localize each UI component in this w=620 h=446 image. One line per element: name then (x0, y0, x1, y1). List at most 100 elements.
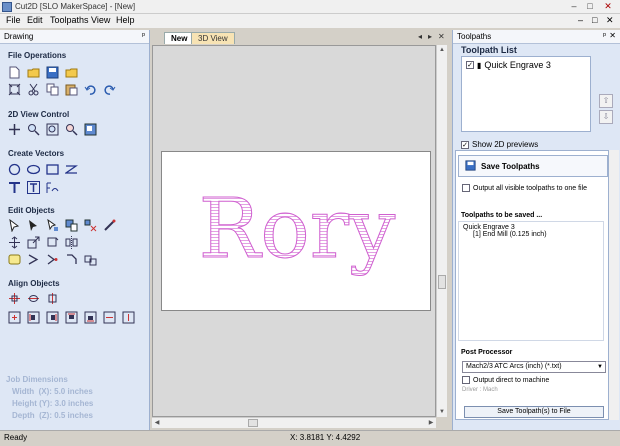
ellipse-icon[interactable] (27, 163, 40, 176)
canvas-horizontal-scrollbar[interactable]: ◀ ▶ (152, 417, 436, 428)
select-icon[interactable] (8, 219, 21, 232)
list-item[interactable]: ✓ ▮ Quick Engrave 3 (466, 60, 551, 70)
mdi-maximize-button[interactable]: □ (592, 15, 597, 25)
toolpath-name: Quick Engrave 3 (484, 60, 551, 70)
mdi-minimize-button[interactable]: – (578, 15, 583, 25)
maximize-button[interactable]: □ (584, 1, 596, 12)
menu-file[interactable]: File (6, 15, 21, 25)
group-icon[interactable] (65, 219, 78, 232)
text-on-curve-icon[interactable] (27, 181, 40, 194)
align-top-icon[interactable] (65, 311, 78, 324)
output-direct-checkbox[interactable] (462, 376, 470, 384)
toolpath-file-icon: ▮ (477, 60, 482, 70)
rotate-icon[interactable] (46, 236, 59, 249)
output-all-checkbox[interactable] (462, 184, 470, 192)
align-left-icon[interactable] (27, 311, 40, 324)
show-2d-previews-checkbox[interactable]: ✓ (461, 140, 469, 149)
align-vertical-center-icon[interactable] (122, 311, 135, 324)
open-folder-icon[interactable] (27, 66, 40, 79)
close-panel-icon[interactable]: ✕ (609, 31, 616, 40)
move-down-icon[interactable]: ⇩ (599, 110, 613, 124)
drawing-canvas[interactable]: Rory (152, 45, 436, 417)
scroll-down-icon[interactable]: ▼ (437, 407, 447, 417)
save-toolpath-to-file-button[interactable]: Save Toolpath(s) to File (464, 406, 604, 418)
save-icon[interactable] (46, 66, 59, 79)
tab-next-icon[interactable]: ▸ (428, 32, 432, 41)
chevron-down-icon[interactable]: ▼ (595, 362, 605, 372)
move-up-icon[interactable]: ⇧ (599, 94, 613, 108)
close-vector-icon[interactable] (46, 253, 59, 266)
polyline-icon[interactable] (65, 163, 78, 176)
design-vector[interactable]: Rory (162, 152, 432, 312)
transform-icon[interactable] (46, 219, 59, 232)
close-button[interactable]: ✕ (602, 1, 614, 12)
horizontal-scroll-thumb[interactable] (248, 419, 258, 427)
show-2d-previews[interactable]: ✓ Show 2D previews (461, 140, 538, 149)
output-direct-option[interactable]: Output direct to machine (462, 376, 549, 384)
measure-icon[interactable] (103, 219, 116, 232)
align-distribute-icon[interactable] (8, 311, 21, 324)
undo-icon[interactable] (84, 83, 97, 96)
pin-icon[interactable]: ᵖ (142, 31, 145, 40)
text-icon[interactable] (8, 181, 21, 194)
scroll-up-icon[interactable]: ▲ (437, 45, 447, 55)
align-center-horizontal-icon[interactable] (27, 292, 40, 305)
pin-icon[interactable]: ᵖ (603, 31, 606, 40)
view-control-title: 2D View Control (8, 110, 70, 119)
move-icon[interactable] (8, 236, 21, 249)
tab-3d-view[interactable]: 3D View (191, 32, 235, 44)
align-right-icon[interactable] (46, 311, 59, 324)
view-material-icon[interactable] (84, 123, 97, 136)
align-bottom-icon[interactable] (84, 311, 97, 324)
circle-icon[interactable] (8, 163, 21, 176)
tab-close-icon[interactable]: ✕ (438, 32, 445, 41)
cut-icon[interactable] (27, 83, 40, 96)
drawing-panel-title: Drawing (4, 32, 34, 41)
job-setup-icon[interactable] (8, 83, 21, 96)
toolpaths-scrollbar[interactable] (609, 150, 619, 420)
rectangle-icon[interactable] (46, 163, 59, 176)
vertical-scroll-thumb[interactable] (438, 275, 446, 289)
offset-icon[interactable] (8, 253, 21, 266)
edit-objects-row-1 (8, 219, 116, 232)
toolpath-visible-checkbox[interactable]: ✓ (466, 61, 474, 69)
zoom-extents-icon[interactable] (46, 123, 59, 136)
align-center-icon[interactable] (8, 292, 21, 305)
canvas-vertical-scrollbar[interactable]: ▲ ▼ (436, 45, 447, 417)
copy-icon[interactable] (46, 83, 59, 96)
ungroup-icon[interactable] (84, 219, 97, 232)
redo-icon[interactable] (103, 83, 116, 96)
align-horizontal-center-icon[interactable] (103, 311, 116, 324)
new-file-icon[interactable] (8, 66, 21, 79)
post-processor-select[interactable]: Mach2/3 ATC Arcs (inch) (*.txt) ▼ (462, 361, 606, 373)
node-edit-icon[interactable] (27, 219, 40, 232)
mirror-icon[interactable] (65, 236, 78, 249)
output-all-option[interactable]: Output all visible toolpaths to one file (462, 184, 587, 192)
pan-icon[interactable] (8, 123, 21, 136)
scale-icon[interactable] (27, 236, 40, 249)
scroll-right-icon[interactable]: ▶ (426, 418, 436, 428)
design-text[interactable]: Rory (198, 182, 396, 278)
tab-prev-icon[interactable]: ◂ (418, 32, 422, 41)
align-center-vertical-icon[interactable] (46, 292, 59, 305)
app-icon (2, 2, 12, 12)
open-project-icon[interactable] (65, 66, 78, 79)
minimize-button[interactable]: – (568, 1, 580, 12)
save-toolpaths-header[interactable]: Save Toolpaths (458, 155, 608, 177)
menu-view[interactable]: View (91, 15, 110, 25)
paste-icon[interactable] (65, 83, 78, 96)
zoom-icon[interactable] (27, 123, 40, 136)
text-arc-icon[interactable] (46, 181, 59, 194)
menu-toolpaths[interactable]: Toolpaths (50, 15, 89, 25)
menu-edit[interactable]: Edit (27, 15, 43, 25)
saved-toolpath-name: Quick Engrave 3 (463, 224, 515, 231)
fillet-icon[interactable] (65, 253, 78, 266)
toolpath-list-title: Toolpath List (461, 45, 517, 55)
join-open-vectors-icon[interactable] (27, 253, 40, 266)
tab-new[interactable]: New (164, 32, 195, 44)
mdi-close-button[interactable]: ✕ (606, 15, 614, 26)
scroll-left-icon[interactable]: ◀ (152, 418, 162, 428)
trim-icon[interactable] (84, 253, 97, 266)
menu-help[interactable]: Help (116, 15, 135, 25)
zoom-selection-icon[interactable] (65, 123, 78, 136)
